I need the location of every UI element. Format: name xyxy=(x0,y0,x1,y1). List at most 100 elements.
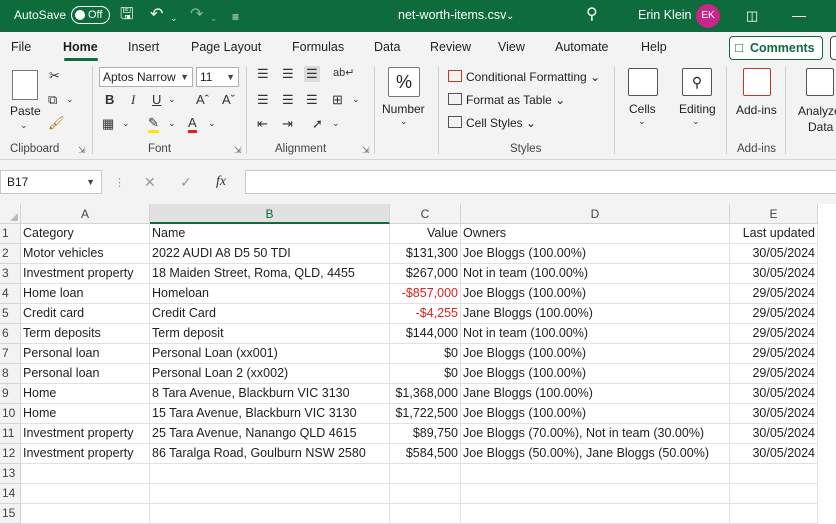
redo-dropdown-icon[interactable]: ⌄ xyxy=(210,8,218,28)
name-box[interactable]: B17 ▼ xyxy=(0,170,102,194)
copy-icon[interactable]: ⧉ xyxy=(48,92,57,108)
table-cell[interactable]: 30/05/2024 xyxy=(730,264,818,284)
table-cell[interactable]: Personal loan xyxy=(21,364,150,384)
tab-formulas[interactable]: Formulas xyxy=(292,40,344,54)
font-color-icon[interactable]: A xyxy=(188,116,197,133)
enter-icon[interactable]: ✓ xyxy=(180,174,192,191)
paste-icon[interactable] xyxy=(12,70,38,100)
share-button[interactable] xyxy=(830,36,836,60)
header-cell[interactable]: Owners xyxy=(461,224,730,244)
orientation-dropdown-icon[interactable]: ⌄ xyxy=(332,118,340,129)
cells-label[interactable]: Cells xyxy=(629,102,656,116)
column-header-b[interactable]: B xyxy=(150,204,390,224)
table-cell[interactable] xyxy=(390,464,461,484)
table-cell[interactable] xyxy=(730,504,818,524)
align-middle-icon[interactable]: ☰ xyxy=(282,66,294,82)
table-cell[interactable]: $267,000 xyxy=(390,264,461,284)
ribbon-display-icon[interactable]: ◫ xyxy=(746,6,758,26)
analyze-data-label-line1[interactable]: Analyze xyxy=(798,104,836,118)
table-cell[interactable] xyxy=(150,464,390,484)
row-header[interactable]: 6 xyxy=(0,324,21,344)
table-cell[interactable] xyxy=(461,504,730,524)
table-cell[interactable]: -$4,255 xyxy=(390,304,461,324)
underline-icon[interactable]: U xyxy=(152,92,161,107)
number-label[interactable]: Number xyxy=(382,102,425,116)
row-header[interactable]: 7 xyxy=(0,344,21,364)
row-header[interactable]: 11 xyxy=(0,424,21,444)
increase-indent-icon[interactable]: ⇥ xyxy=(282,116,293,132)
header-cell[interactable]: Last updated xyxy=(730,224,818,244)
paste-label[interactable]: Paste xyxy=(10,104,41,118)
align-center-icon[interactable]: ☰ xyxy=(282,92,294,108)
table-cell[interactable] xyxy=(21,464,150,484)
table-cell[interactable]: Home xyxy=(21,404,150,424)
save-icon[interactable]: 🖫 xyxy=(120,5,134,25)
tab-review[interactable]: Review xyxy=(430,40,471,54)
add-ins-icon[interactable] xyxy=(743,68,771,96)
decrease-font-size-icon[interactable]: Aˇ xyxy=(222,92,235,107)
table-cell[interactable]: Jane Bloggs (100.00%) xyxy=(461,384,730,404)
table-cell[interactable]: $131,300 xyxy=(390,244,461,264)
table-cell[interactable]: 25 Tara Avenue, Nanango QLD 4615 xyxy=(150,424,390,444)
orientation-icon[interactable]: ➚ xyxy=(312,116,323,132)
table-cell[interactable]: $0 xyxy=(390,344,461,364)
font-size-select[interactable]: 11 ▼ xyxy=(196,67,239,87)
underline-dropdown-icon[interactable]: ⌄ xyxy=(168,94,176,105)
tab-help[interactable]: Help xyxy=(641,40,667,54)
format-as-table-button[interactable]: Format as Table ⌄ xyxy=(448,93,565,107)
table-cell[interactable]: Motor vehicles xyxy=(21,244,150,264)
table-cell[interactable]: 30/05/2024 xyxy=(730,424,818,444)
table-cell[interactable]: 30/05/2024 xyxy=(730,244,818,264)
table-cell[interactable]: 29/05/2024 xyxy=(730,344,818,364)
table-cell[interactable]: 29/05/2024 xyxy=(730,364,818,384)
align-bottom-icon[interactable]: ☰ xyxy=(304,66,320,82)
table-cell[interactable]: Investment property xyxy=(21,424,150,444)
table-cell[interactable]: Credit card xyxy=(21,304,150,324)
table-cell[interactable]: 15 Tara Avenue, Blackburn VIC 3130 xyxy=(150,404,390,424)
minimize-icon[interactable]: — xyxy=(792,5,806,25)
table-cell[interactable] xyxy=(150,484,390,504)
table-cell[interactable]: Personal Loan (xx001) xyxy=(150,344,390,364)
table-cell[interactable] xyxy=(21,504,150,524)
table-cell[interactable]: 8 Tara Avenue, Blackburn VIC 3130 xyxy=(150,384,390,404)
row-header[interactable]: 9 xyxy=(0,384,21,404)
table-cell[interactable]: $89,750 xyxy=(390,424,461,444)
row-header[interactable]: 1 xyxy=(0,224,21,244)
editing-icon[interactable]: ⚲ xyxy=(682,68,712,96)
editing-dropdown-icon[interactable]: ⌄ xyxy=(692,116,700,127)
table-cell[interactable]: $584,500 xyxy=(390,444,461,464)
row-header[interactable]: 4 xyxy=(0,284,21,304)
tab-page-layout[interactable]: Page Layout xyxy=(191,40,261,54)
table-cell[interactable]: Personal Loan 2 (xx002) xyxy=(150,364,390,384)
cells-dropdown-icon[interactable]: ⌄ xyxy=(638,116,646,127)
number-dropdown-icon[interactable]: ⌄ xyxy=(400,116,408,127)
clipboard-dialog-launcher-icon[interactable]: ⇲ xyxy=(78,145,86,156)
row-header[interactable]: 2 xyxy=(0,244,21,264)
fill-color-dropdown-icon[interactable]: ⌄ xyxy=(168,118,176,129)
align-top-icon[interactable]: ☰ xyxy=(257,66,269,82)
filename-chevron-icon[interactable]: ⌄ xyxy=(506,7,514,27)
cancel-icon[interactable]: ✕ xyxy=(144,174,156,191)
add-ins-label[interactable]: Add-ins xyxy=(736,103,777,117)
table-cell[interactable]: $0 xyxy=(390,364,461,384)
copy-dropdown-icon[interactable]: ⌄ xyxy=(66,94,74,105)
row-header[interactable]: 5 xyxy=(0,304,21,324)
header-cell[interactable]: Value xyxy=(390,224,461,244)
undo-icon[interactable]: ↶ xyxy=(150,5,163,25)
table-cell[interactable]: Joe Bloggs (100.00%) xyxy=(461,244,730,264)
table-cell[interactable]: 18 Maiden Street, Roma, QLD, 4455 xyxy=(150,264,390,284)
merge-center-icon[interactable]: ⊞ xyxy=(332,92,343,108)
table-cell[interactable]: Joe Bloggs (100.00%) xyxy=(461,284,730,304)
align-right-icon[interactable]: ☰ xyxy=(306,92,318,108)
table-cell[interactable]: 30/05/2024 xyxy=(730,384,818,404)
tab-insert[interactable]: Insert xyxy=(128,40,159,54)
table-cell[interactable] xyxy=(461,484,730,504)
table-cell[interactable]: $1,368,000 xyxy=(390,384,461,404)
header-cell[interactable]: Name xyxy=(150,224,390,244)
tab-file[interactable]: File xyxy=(11,40,31,54)
row-header[interactable]: 8 xyxy=(0,364,21,384)
avatar[interactable]: EK xyxy=(696,4,720,28)
row-header[interactable]: 10 xyxy=(0,404,21,424)
formula-input[interactable] xyxy=(245,170,836,194)
table-cell[interactable]: Investment property xyxy=(21,444,150,464)
